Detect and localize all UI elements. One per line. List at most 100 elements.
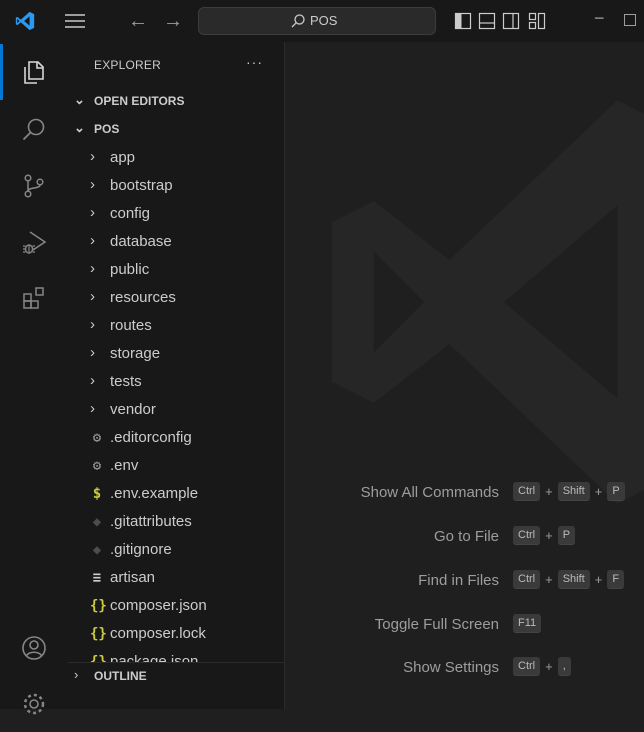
vscode-logo-icon[interactable] xyxy=(14,10,36,32)
chevron-right-icon: › xyxy=(90,400,95,417)
activity-bar xyxy=(0,42,68,715)
file-label: .gitattributes xyxy=(110,513,192,530)
folder-item[interactable]: › public xyxy=(68,256,284,284)
search-text: POS xyxy=(310,13,338,28)
chevron-down-icon: ⌄ xyxy=(74,120,85,135)
file-item[interactable]: $ .env.example xyxy=(68,480,284,508)
vscode-watermark-icon xyxy=(331,100,644,504)
folder-item[interactable]: › config xyxy=(68,200,284,228)
folder-item[interactable]: › app xyxy=(68,144,284,172)
plus-separator: + xyxy=(545,484,553,499)
activity-explorer[interactable] xyxy=(0,44,68,100)
section-label: OUTLINE xyxy=(94,669,147,683)
keybinding-key: , xyxy=(557,657,571,676)
keybinding-key: Ctrl xyxy=(513,570,541,589)
chevron-right-icon: › xyxy=(90,176,95,193)
activity-manage[interactable] xyxy=(0,676,68,732)
minimize-icon[interactable]: − xyxy=(594,8,605,29)
shortcut-label: Toggle Full Screen xyxy=(374,616,499,633)
keybinding-key: P xyxy=(607,482,625,501)
folder-item[interactable]: › resources xyxy=(68,284,284,312)
shortcut-hint: Show All Commands Ctrl + Shift + P xyxy=(285,482,644,506)
folder-item[interactable]: › tests xyxy=(68,368,284,396)
file-label: .gitignore xyxy=(110,541,172,558)
folder-label: config xyxy=(110,205,151,222)
search-icon xyxy=(291,14,305,28)
explorer-icon xyxy=(24,61,44,84)
command-center-search[interactable]: POS xyxy=(198,7,436,35)
file-item[interactable]: ◆ .gitignore xyxy=(68,536,284,564)
chevron-right-icon: › xyxy=(90,344,95,361)
keybinding-key: F xyxy=(607,570,625,589)
folder-label: bootstrap xyxy=(110,177,173,194)
folder-label: public xyxy=(110,261,150,278)
folder-label: storage xyxy=(110,345,161,362)
git-diamond-icon: ◆ xyxy=(92,514,102,530)
shortcut-label: Go to File xyxy=(433,528,499,545)
forward-arrow-icon[interactable]: → xyxy=(163,10,183,33)
activity-extensions[interactable] xyxy=(0,270,68,326)
toggle-secondary-sidebar-icon[interactable] xyxy=(502,12,520,30)
toggle-primary-sidebar-icon[interactable] xyxy=(454,12,472,30)
json-braces-icon: {} xyxy=(90,598,107,614)
file-label: .env xyxy=(110,457,139,474)
activity-search[interactable] xyxy=(0,102,68,158)
git-diamond-icon: ◆ xyxy=(92,542,102,558)
keybinding-key: Ctrl xyxy=(513,526,541,545)
file-item[interactable]: ⚙ .env xyxy=(68,452,284,480)
keybinding: Ctrl + P xyxy=(513,526,576,545)
plus-separator: + xyxy=(594,484,603,499)
section-pos[interactable]: ⌄ POS xyxy=(68,118,284,142)
folder-label: resources xyxy=(110,289,176,306)
extensions-icon xyxy=(23,287,44,309)
keybinding: Ctrl + Shift + F xyxy=(513,570,625,589)
folder-item[interactable]: › database xyxy=(68,228,284,256)
chevron-right-icon: › xyxy=(90,232,95,249)
dollar-icon: $ xyxy=(92,486,102,502)
folder-item[interactable]: › bootstrap xyxy=(68,172,284,200)
accounts-icon xyxy=(22,636,46,660)
shortcut-hint: Go to File Ctrl + P xyxy=(285,526,644,550)
chevron-right-icon: › xyxy=(90,316,95,333)
shortcut-label: Find in Files xyxy=(418,572,499,589)
maximize-icon[interactable] xyxy=(624,14,636,26)
editor-area: Show All Commands Ctrl + Shift + P Go to File C… xyxy=(285,42,644,709)
text-lines-icon: ≡ xyxy=(92,570,102,586)
file-item[interactable]: {} composer.lock xyxy=(68,620,284,648)
chevron-right-icon: › xyxy=(90,148,95,165)
activity-accounts[interactable] xyxy=(0,620,68,676)
file-item[interactable]: ⚙ .editorconfig xyxy=(68,424,284,452)
menu-icon[interactable] xyxy=(64,12,86,30)
keybinding-key: F11 xyxy=(513,614,542,633)
json-braces-icon: {} xyxy=(90,626,107,642)
folder-item[interactable]: › vendor xyxy=(68,396,284,424)
file-label: .editorconfig xyxy=(110,429,192,446)
activity-source-control[interactable] xyxy=(0,158,68,214)
customize-layout-icon[interactable] xyxy=(528,12,546,30)
plus-separator: + xyxy=(545,659,553,674)
chevron-down-icon: ⌄ xyxy=(74,92,85,107)
shortcut-label: Show All Commands xyxy=(360,484,499,501)
explorer-sidebar: EXPLORER ··· ⌄ OPEN EDITORS ⌄ POS › app › b… xyxy=(68,42,285,709)
section-outline[interactable]: › OUTLINE xyxy=(68,662,284,709)
folder-label: vendor xyxy=(110,401,156,418)
file-item[interactable]: {} composer.json xyxy=(68,592,284,620)
back-arrow-icon[interactable]: ← xyxy=(128,10,148,33)
keybinding: Ctrl +, xyxy=(513,657,571,676)
activity-run-debug[interactable] xyxy=(0,214,68,270)
folder-item[interactable]: › routes xyxy=(68,312,284,340)
more-actions-icon[interactable]: ··· xyxy=(246,54,263,70)
folder-item[interactable]: › storage xyxy=(68,340,284,368)
shortcut-hint: Find in Files Ctrl + Shift + F xyxy=(285,570,644,594)
manage-icon xyxy=(23,693,45,715)
source-control-icon xyxy=(24,174,44,198)
toggle-panel-icon[interactable] xyxy=(478,12,496,30)
keybinding: F11 xyxy=(513,614,542,633)
keybinding-key: Ctrl xyxy=(513,657,541,676)
chevron-right-icon: › xyxy=(90,204,95,221)
folder-label: app xyxy=(110,149,136,166)
section-open-editors[interactable]: ⌄ OPEN EDITORS xyxy=(68,90,284,114)
file-item[interactable]: ≡ artisan xyxy=(68,564,284,592)
file-item[interactable]: ◆ .gitattributes xyxy=(68,508,284,536)
run-and-debug-icon xyxy=(23,231,47,254)
